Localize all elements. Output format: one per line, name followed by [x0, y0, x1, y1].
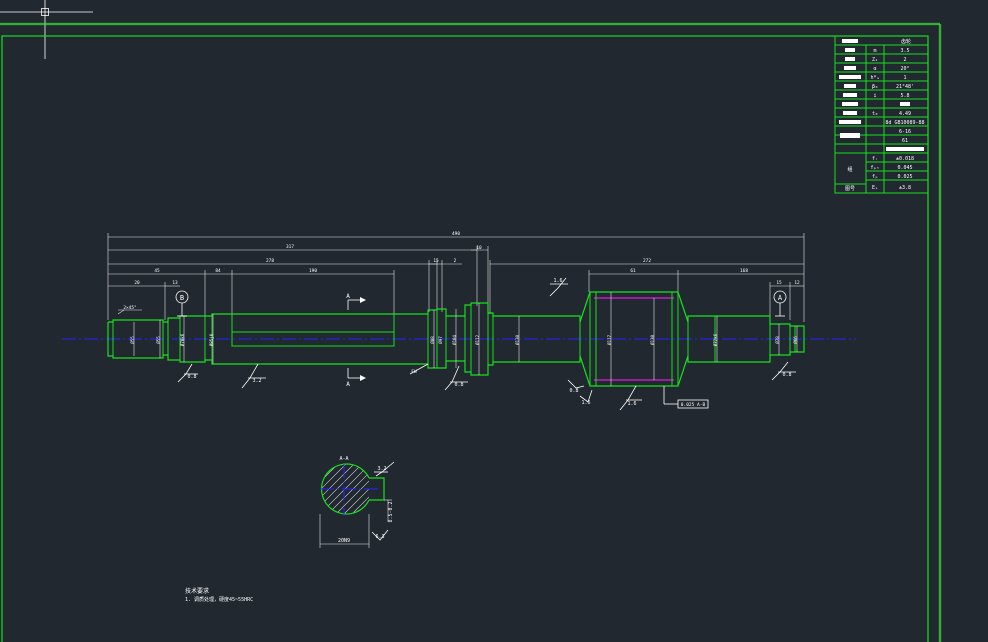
roughness-value: 0.8: [187, 374, 196, 380]
row-symbol: β₀: [872, 84, 878, 90]
dim-61: 61: [630, 268, 636, 274]
section-a-a-view: A-A 20N9 8.5-0.2 3.2 6.3: [319, 456, 395, 548]
row-symbol: m: [873, 48, 876, 54]
dim-20: 20: [134, 280, 140, 286]
roughness-symbol: 1.6: [549, 277, 568, 297]
roughness-value: 0.8: [569, 388, 578, 394]
technical-notes: 技术要求 1. 调质处理，硬度45~55HRC: [185, 587, 253, 603]
dim-278: 278: [266, 258, 274, 264]
drawing-frame: [0, 22, 942, 642]
cad-drawing-canvas[interactable]: 齿轮 m 3.5 Z₁ 2 α 20° h*ₐ 1 β₀ 21°48' i 5.…: [0, 0, 988, 642]
row-value: ±3.8: [899, 185, 911, 191]
row-value: 20°: [900, 66, 909, 72]
dim-overall: 490: [452, 231, 460, 237]
tolerance-frame: 0.025 A-B: [663, 386, 709, 409]
section-depth-dim: 8.5-0.2: [388, 501, 394, 522]
row-value: ±0.018: [896, 156, 914, 162]
dim-84: 84: [215, 268, 221, 274]
section-arrow-label: A: [346, 381, 350, 388]
roughness-value: 3.2: [252, 378, 261, 384]
row-value: 21°48': [896, 84, 914, 90]
row-value: 4.49: [899, 111, 911, 117]
section-title: A-A: [339, 456, 348, 462]
dim-272: 272: [643, 258, 651, 264]
section-width-dim: 20N9: [338, 538, 350, 544]
dim-10: 10: [476, 245, 482, 251]
dim-190: 190: [309, 268, 317, 274]
row-value: 2: [903, 57, 906, 63]
row-value: 8d GB10089-88: [885, 120, 924, 126]
row-value: 0.045: [897, 165, 912, 171]
row-symbol: t₀: [872, 111, 878, 117]
check-label: 组: [847, 166, 852, 173]
horizontal-dimensions: 490 317 10 278 15 2 272 45 84 190 61 168…: [107, 231, 805, 322]
row-value: 0.025: [897, 174, 912, 180]
crosshair-cursor-icon: [0, 0, 93, 59]
row-symbol: fₚ: [872, 174, 878, 180]
roughness-symbol: 1.6: [579, 389, 593, 406]
section-arrow-label: A: [346, 293, 350, 300]
notes-title: 技术要求: [185, 587, 209, 595]
dim-12: 12: [794, 280, 800, 286]
dia-label: Ø97: [438, 336, 443, 344]
table-header: 齿轮: [901, 38, 911, 45]
section-roughness-top: 3.2: [377, 466, 386, 472]
row-symbol: Z₁: [872, 57, 878, 63]
roughness-value: 1.6: [553, 278, 562, 284]
roughness-value: 1.6: [581, 400, 590, 406]
roughness-value: 1.6: [627, 401, 636, 407]
row-symbol: fₚₜ: [870, 165, 879, 171]
roughness-symbol: 3.2: [241, 363, 266, 389]
row-symbol: Eₛ: [872, 185, 878, 191]
fw-leader: FW: [409, 363, 429, 375]
dim-15-right: 15: [776, 280, 782, 286]
row-value: 1: [903, 75, 906, 81]
row-value: 5.8: [900, 93, 909, 99]
dim-168: 168: [740, 268, 748, 274]
section-arrow-bottom: A: [346, 368, 366, 388]
row-symbol: α: [873, 66, 876, 72]
datum-a-marker: A: [773, 290, 787, 317]
roughness-symbol: 0.8: [567, 379, 585, 394]
datum-a-label: A: [778, 294, 783, 302]
dim-15: 15: [433, 258, 439, 264]
dim-2: 2: [454, 258, 457, 264]
roughness-symbol: 0.8: [177, 363, 198, 383]
datum-b-label: B: [180, 294, 184, 302]
roughness-value: 0.8: [454, 382, 463, 388]
chamfer-note: 2×45°: [123, 305, 136, 311]
roughness-symbols: 0.8 3.2 0.8 0.8 1.6 1.6 0.8 1.6: [177, 277, 796, 411]
dim-45: 45: [154, 268, 160, 274]
row-value: 6-16: [899, 129, 911, 135]
roughness-symbol: 0.8: [771, 361, 796, 381]
gear-parameter-table: 齿轮 m 3.5 Z₁ 2 α 20° h*ₐ 1 β₀ 21°48' i 5.…: [834, 35, 929, 194]
tolerance-value: 0.025 A-B: [681, 402, 706, 408]
roughness-symbol: 1.6: [619, 385, 642, 411]
last-row-label: 图号: [845, 186, 855, 192]
section-arrow-top: A: [346, 293, 366, 310]
section-roughness-bottom: 6.3: [375, 534, 384, 540]
row-value: 61: [902, 138, 908, 144]
row-symbol: i: [873, 93, 876, 99]
notes-line: 1. 调质处理，硬度45~55HRC: [185, 596, 253, 603]
datum-b-marker: B: [175, 290, 189, 317]
row-value: 3.5: [900, 48, 909, 54]
row-symbol: h*ₐ: [870, 75, 879, 81]
fw-label: FW: [411, 369, 417, 375]
dim-317: 317: [286, 244, 294, 250]
row-symbol: fᵣ: [872, 156, 878, 162]
roughness-value: 0.8: [782, 372, 791, 378]
dim-13: 13: [172, 280, 178, 286]
